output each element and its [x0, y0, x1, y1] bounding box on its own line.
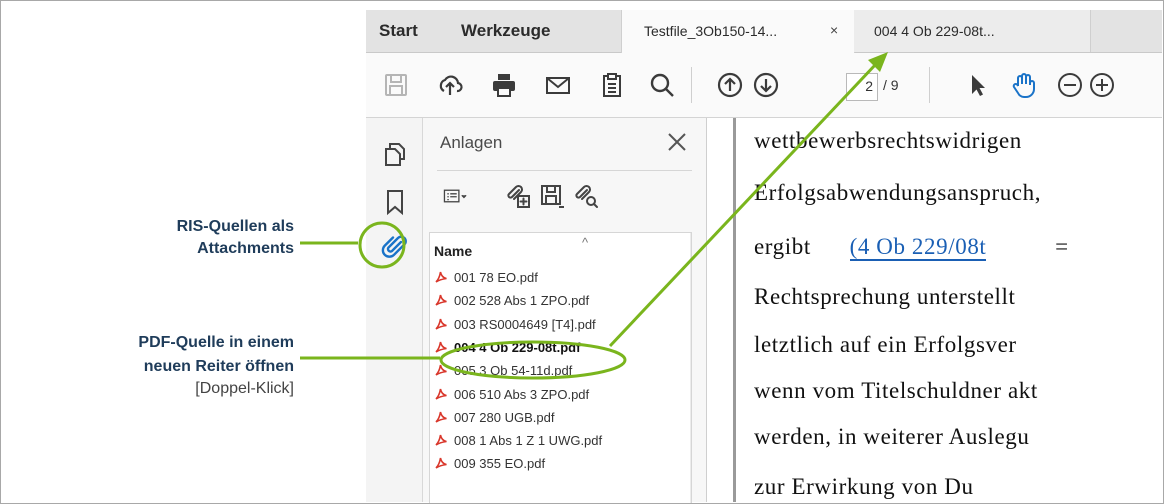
attachment-item[interactable]: 006 510 Abs 3 ZPO.pdf [434, 384, 684, 406]
attachments-panel: Anlagen Name ^ ^ 001 78 EO.pdf 002 528 Ab… [423, 118, 707, 503]
panel-title: Anlagen [440, 133, 503, 152]
column-header-name[interactable]: Name [434, 243, 472, 259]
attachment-item-label: 004 4 Ob 229-08t.pdf [454, 339, 581, 355]
attachment-item[interactable]: 007 280 UGB.pdf [434, 407, 684, 429]
attachment-item-label: 005 3 Ob 54-11d.pdf [454, 363, 573, 379]
scrollbar[interactable]: ^ [690, 233, 691, 503]
bookmark-icon[interactable] [381, 188, 409, 216]
tab-document-004[interactable]: 004 4 Ob 229-08t... [854, 10, 1091, 52]
close-tab-button[interactable]: × [830, 22, 838, 38]
page-total: / 9 [883, 77, 899, 93]
document-line: wenn vom Titelschuldner akt [754, 378, 1038, 403]
pdf-file-icon [435, 341, 447, 353]
tab-document-testfile[interactable]: Testfile_3Ob150-14... × [621, 10, 855, 53]
close-icon[interactable] [665, 130, 689, 154]
pdf-file-icon [435, 458, 447, 470]
pages-icon[interactable] [381, 140, 409, 168]
pdf-file-icon [435, 318, 447, 330]
search-icon[interactable] [648, 71, 676, 99]
select-cursor-icon[interactable] [964, 71, 992, 99]
zoom-in-icon[interactable] [1088, 71, 1116, 99]
hand-tool-icon[interactable] [1010, 71, 1038, 99]
annotation-open-pdf: PDF-Quelle in einem neuen Reiter öffnen … [40, 334, 294, 398]
attachment-item-label: 002 528 Abs 1 ZPO.pdf [454, 293, 590, 309]
tab-bar: Start Werkzeuge Testfile_3Ob150-14... × … [366, 10, 1162, 53]
document-line: ergibt (4 Ob 229/08t = [754, 234, 1154, 261]
search-attachment-icon[interactable] [573, 183, 599, 209]
attachment-item-label: 009 355 EO.pdf [454, 456, 546, 472]
document-line: werden, in weiterer Auslegu [754, 424, 1030, 449]
options-menu-icon[interactable] [443, 183, 479, 209]
document-text: = [1055, 234, 1069, 259]
document-line: Erfolgsabwendungsanspruch, [754, 180, 1042, 205]
tab-document-testfile-label: Testfile_3Ob150-14... [644, 23, 778, 39]
attachment-item[interactable]: 009 355 EO.pdf [434, 453, 684, 475]
annotation-text: [Doppel-Klick] [195, 380, 294, 397]
attachments-list: Name ^ ^ 001 78 EO.pdf 002 528 Abs 1 ZPO.… [429, 232, 692, 503]
attachment-item-label: 007 280 UGB.pdf [454, 409, 555, 425]
document-line: Rechtsprechung unterstellt [754, 284, 1016, 309]
pdf-file-icon [435, 434, 447, 446]
navigation-rail [366, 118, 423, 502]
pdf-file-icon [435, 271, 447, 283]
attachment-item[interactable]: 004 4 Ob 229-08t.pdf [434, 337, 684, 359]
pdf-file-icon [435, 295, 447, 306]
divider [437, 170, 692, 171]
toolbar-separator [691, 67, 692, 103]
page-down-icon[interactable] [752, 71, 780, 99]
annotation-text: Attachments [197, 240, 294, 257]
tab-tools[interactable]: Werkzeuge [461, 21, 550, 41]
page-number-input[interactable]: 2 [846, 73, 878, 101]
annotation-text: RIS-Quellen als [176, 218, 294, 235]
toolbar: 2 / 9 [366, 53, 1162, 118]
list-header[interactable]: Name ^ [430, 233, 691, 263]
attachment-item[interactable]: 003 RS0004649 [T4].pdf [434, 314, 684, 336]
attachment-item-label: 006 510 Abs 3 ZPO.pdf [454, 386, 590, 402]
print-icon[interactable] [490, 71, 518, 99]
attachment-item[interactable]: 002 528 Abs 1 ZPO.pdf [434, 290, 684, 312]
toolbar-separator [929, 67, 930, 103]
save-attachment-icon[interactable] [539, 183, 565, 209]
document-line: wettbewerbsrechtswidrigen [754, 128, 1022, 153]
attachment-item[interactable]: 001 78 EO.pdf [434, 267, 684, 289]
annotation-text: neuen Reiter öffnen [143, 358, 294, 375]
sort-caret-icon[interactable]: ^ [582, 235, 588, 250]
tab-start[interactable]: Start [379, 21, 418, 41]
tab-document-004-label: 004 4 Ob 229-08t... [874, 23, 995, 39]
clipboard-icon[interactable] [598, 71, 626, 99]
attachment-item-label: 003 RS0004649 [T4].pdf [454, 316, 596, 332]
cloud-upload-icon[interactable] [436, 71, 464, 99]
annotation-ris-sources: RIS-Quellen als Attachments [60, 218, 294, 258]
attachment-item-label: 001 78 EO.pdf [454, 270, 538, 285]
citation-link[interactable]: (4 Ob 229/08t [849, 234, 987, 261]
save-icon[interactable] [382, 71, 410, 99]
pdf-file-icon [435, 388, 447, 400]
attachment-item[interactable]: 008 1 Abs 1 Z 1 UWG.pdf [434, 430, 684, 452]
page-edge [733, 118, 736, 502]
annotation-text: PDF-Quelle in einem [138, 334, 294, 351]
pdf-file-icon [435, 365, 447, 376]
document-text: ergibt [754, 234, 811, 259]
attachment-item[interactable]: 005 3 Ob 54-11d.pdf [434, 360, 684, 382]
attachment-item-label: 008 1 Abs 1 Z 1 UWG.pdf [454, 433, 603, 449]
mail-icon[interactable] [544, 71, 572, 99]
attachment-icon[interactable] [381, 232, 409, 260]
add-attachment-icon[interactable] [505, 183, 531, 209]
zoom-out-icon[interactable] [1056, 71, 1084, 99]
page-up-icon[interactable] [716, 71, 744, 99]
document-line: zur Erwirkung von Du [754, 474, 974, 499]
document-line: letztlich auf ein Erfolgsver [754, 332, 1017, 357]
pdf-file-icon [435, 411, 447, 423]
